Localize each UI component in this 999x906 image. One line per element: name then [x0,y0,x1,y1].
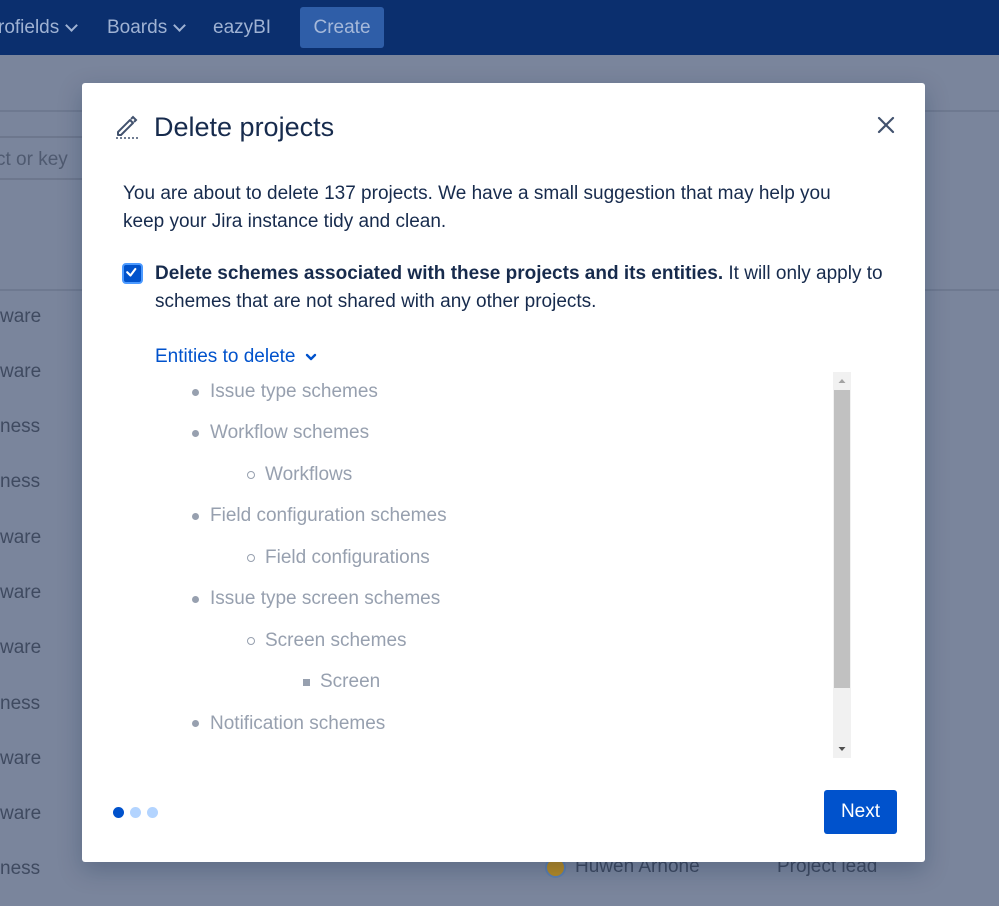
bullet-disc [192,513,199,520]
entity-item: Notification schemes [210,713,386,734]
dialog-intro-text: You are about to delete 137 projects. We… [123,183,831,232]
entity-item: Workflows [265,464,353,485]
chevron-down-icon [173,19,187,32]
delete-projects-dialog: Delete projects You are about to delete … [82,83,925,862]
entities-toggle-label: Entities to delete [155,346,296,367]
entity-item: Field configurations [265,547,430,568]
step-dot [130,807,141,818]
table-row-type: ness [0,471,41,492]
scrollbar-thumb[interactable] [834,390,850,688]
table-row-type: ware [0,361,42,382]
bullet-square [303,679,310,686]
step-indicator [113,807,158,818]
bullet-disc [192,596,199,603]
nav-boards[interactable]: Boards [107,17,187,39]
entity-item: Issue type screen schemes [210,588,441,609]
scroll-down-icon[interactable] [833,740,851,758]
bullet-disc [192,389,199,396]
next-button[interactable]: Next [824,790,897,834]
step-dot [147,807,158,818]
entity-item: Screen schemes [265,630,407,651]
bullet-disc [192,720,199,727]
create-button[interactable]: Create [300,7,384,48]
entity-item: Screen [320,671,381,692]
nav-boards-label: Boards [107,17,168,38]
table-row-type: ware [0,637,42,658]
entity-item: Field configuration schemes [210,505,447,526]
dialog-title: Delete projects [154,112,335,142]
project-search-input[interactable]: ct or key [0,136,86,180]
nav-eazybi-label: eazyBI [213,17,272,38]
nav-profields-label: rofields [0,17,60,38]
scroll-up-icon[interactable] [833,372,851,390]
close-icon[interactable] [874,113,898,137]
table-row-type: ness [0,693,41,714]
table-row-type: ware [0,582,42,603]
chevron-down-icon [306,353,317,361]
delete-schemes-label-bold: Delete schemes associated with these pro… [155,263,724,284]
top-navigation: rofields Boards eazyBI Create [0,0,999,55]
checkmark-icon [126,267,137,277]
bullet-disc [192,430,199,437]
bullet-circle [247,637,255,645]
nav-eazybi[interactable]: eazyBI [213,17,271,39]
chevron-down-icon [65,19,79,32]
step-dot-active [113,807,124,818]
table-row-type: ware [0,748,42,769]
entities-to-delete-toggle[interactable]: Entities to delete [155,346,317,368]
bullet-circle [247,554,255,562]
entity-item: Issue type schemes [210,381,378,402]
delete-schemes-label[interactable]: Delete schemes associated with these pro… [155,260,885,316]
bullet-circle [247,471,255,479]
entity-item: Workflow schemes [210,422,370,443]
entities-scrollbar[interactable] [833,372,851,758]
pencil-icon [116,115,138,139]
nav-profields[interactable]: rofields [0,17,79,39]
table-row-type: ware [0,306,42,327]
table-row-type: ness [0,858,41,879]
table-row-type: ware [0,527,42,548]
table-row-type: ware [0,803,42,824]
delete-schemes-checkbox[interactable] [122,263,143,284]
table-row-type: ness [0,416,41,437]
